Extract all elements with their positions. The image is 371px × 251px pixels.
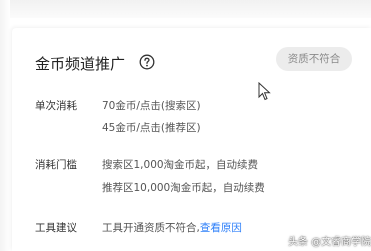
single-cost-search-value: 70金币/点击(搜索区) bbox=[102, 100, 201, 112]
threshold-search-value: 搜索区1,000淘金币起，自动续费 bbox=[102, 159, 259, 171]
threshold-label: 消耗门槛 bbox=[35, 159, 77, 171]
status-badge: 资质不符合 bbox=[276, 47, 352, 71]
tool-suggestion-value: 工具开通资质不符合,查看原因 bbox=[102, 220, 242, 235]
single-cost-recommend-value: 45金币/点击(推荐区) bbox=[102, 122, 201, 134]
watermark-text: 头条 @文睿商学院 bbox=[288, 237, 371, 248]
tool-suggestion-label: 工具建议 bbox=[35, 222, 77, 234]
question-circle-icon[interactable] bbox=[139, 54, 155, 70]
view-reason-link[interactable]: 查看原因 bbox=[200, 222, 242, 234]
threshold-recommend-value: 推荐区10,000淘金币起，自动续费 bbox=[102, 182, 265, 194]
top-shadow bbox=[0, 0, 371, 18]
single-cost-label: 单次消耗 bbox=[35, 100, 77, 112]
tool-suggestion-text: 工具开通资质不符合, bbox=[102, 222, 200, 234]
page: 金币频道推广 资质不符合 单次消耗 70金币/点击(搜索区) 45金币/点击(推… bbox=[0, 0, 371, 251]
left-shadow bbox=[0, 0, 10, 251]
mouse-cursor-icon bbox=[258, 82, 271, 101]
card-title: 金币频道推广 bbox=[35, 55, 126, 73]
